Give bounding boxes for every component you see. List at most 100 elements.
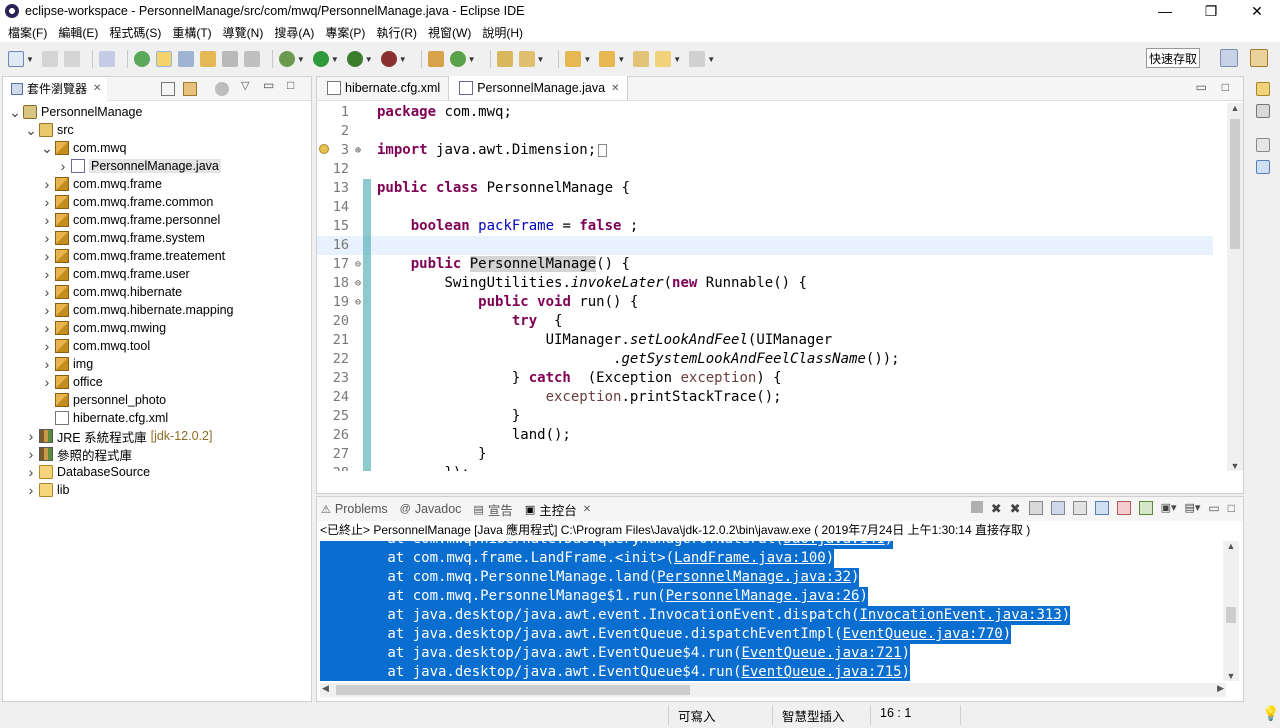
code-line[interactable]: 3 ⊕ import java.awt.Dimension; (317, 141, 1213, 160)
menu-refactor[interactable]: 重構(T) (172, 24, 211, 41)
remove-all-launches-icon[interactable]: ✖ (1010, 501, 1021, 517)
expand-right-icon[interactable]: › (41, 194, 53, 210)
code-line[interactable]: 16 (317, 236, 1213, 255)
restore-button[interactable]: ❐ (1188, 0, 1234, 22)
package-explorer-tab[interactable]: 套件瀏覽器 ✕ (3, 76, 108, 101)
tree-item[interactable]: ⌄ src (3, 121, 311, 139)
next-annotation-icon[interactable] (565, 51, 582, 67)
code-line[interactable]: 17 ⊖ public PersonnelManage() { (317, 255, 1213, 274)
console-line[interactable]: at com.mwq.hibernate.Dao.queryManagerOfN… (320, 541, 894, 549)
tree-item[interactable]: › img (3, 355, 311, 373)
tree-item[interactable]: ⌄ PersonnelManage (3, 103, 311, 121)
scroll-down-icon[interactable]: ▼ (1223, 671, 1239, 681)
new-java-class-icon[interactable] (449, 51, 466, 67)
expand-right-icon[interactable]: › (41, 338, 53, 354)
code-line[interactable]: 23 } catch (Exception exception) { (317, 369, 1213, 388)
outline-icon[interactable] (1256, 104, 1270, 118)
menu-window[interactable]: 視窗(W) (428, 24, 471, 41)
source-link[interactable]: PersonnelManage.java:26 (666, 588, 860, 604)
quick-access-field[interactable]: 快速存取 (1146, 48, 1200, 68)
code-line[interactable]: 24 exception.printStackTrace(); (317, 388, 1213, 407)
focus-active-task-icon[interactable] (215, 82, 229, 96)
tree-item[interactable]: › com.mwq.hibernate.mapping (3, 301, 311, 319)
code-line[interactable]: 18 ⊖ SwingUtilities.invokeLater(new Runna… (317, 274, 1213, 293)
close-button[interactable]: ✕ (1234, 0, 1280, 22)
forward-dropdown-icon[interactable]: ▼ (707, 55, 715, 64)
debug-dropdown-icon[interactable]: ▼ (297, 55, 305, 64)
expand-right-icon[interactable]: › (25, 464, 37, 480)
minimize-button[interactable]: — (1142, 0, 1188, 22)
console-line[interactable]: at java.desktop/java.awt.EventQueue.disp… (320, 625, 1012, 644)
console-vertical-scrollbar[interactable]: ▲ ▼ (1223, 541, 1239, 681)
scroll-lock-icon[interactable] (1050, 501, 1065, 515)
code-line[interactable]: 21 UIManager.setLookAndFeel(UIManager (317, 331, 1213, 350)
editor-vertical-scrollbar[interactable]: ▲ ▼ (1227, 103, 1243, 471)
scroll-right-icon[interactable]: ▶ (1217, 683, 1224, 694)
code-line[interactable]: 12 (317, 160, 1213, 179)
tree-item[interactable]: hibernate.cfg.xml (3, 409, 311, 427)
console-line[interactable]: at com.mwq.PersonnelManage.land(Personne… (320, 568, 860, 587)
tree-item[interactable]: personnel_photo (3, 391, 311, 409)
console-line[interactable]: at java.desktop/java.awt.EventQueue$4.ru… (320, 644, 911, 663)
expand-right-icon[interactable]: › (41, 374, 53, 390)
maximize-view-icon[interactable]: □ (287, 78, 294, 92)
source-link[interactable]: EventQueue.java:770 (843, 626, 1003, 642)
run-icon[interactable] (312, 51, 329, 67)
tree-item[interactable]: › com.mwq.frame (3, 175, 311, 193)
expand-right-icon[interactable]: › (41, 176, 53, 192)
clear-console-icon[interactable] (1028, 501, 1043, 515)
fold-collapse-icon[interactable]: ⊖ (353, 293, 363, 312)
word-wrap-icon[interactable] (1072, 501, 1087, 515)
coverage-icon[interactable] (346, 51, 363, 67)
code-line[interactable]: 13 public class PersonnelManage { (317, 179, 1213, 198)
source-link[interactable]: Dao.java:141 (784, 541, 885, 547)
tree-item[interactable]: › PersonnelManage.java (3, 157, 311, 175)
forward-icon[interactable] (689, 51, 706, 67)
restore-icon[interactable] (1256, 138, 1270, 152)
tab-javadoc[interactable]: @ Javadoc (400, 502, 462, 516)
scroll-up-icon[interactable]: ▲ (1223, 541, 1239, 551)
console-line[interactable]: at java.desktop/java.awt.EventQueue$4.ru… (320, 663, 911, 681)
menu-edit[interactable]: 編輯(E) (58, 24, 98, 41)
open-perspective-icon[interactable] (1220, 49, 1238, 67)
previous-annotation-icon[interactable] (599, 51, 616, 67)
menu-file[interactable]: 檔案(F) (8, 24, 47, 41)
open-type-icon[interactable] (133, 51, 150, 67)
hierarchy-icon[interactable] (1256, 160, 1270, 174)
console-horizontal-scrollbar[interactable]: ◀ ▶ (320, 683, 1226, 697)
tree-item[interactable]: › lib (3, 481, 311, 499)
close-icon[interactable]: ✕ (93, 83, 101, 94)
minimize-editor-icon[interactable]: ▭ (1196, 80, 1207, 94)
tree-item[interactable]: › office (3, 373, 311, 391)
last-edit-location-icon[interactable] (633, 51, 650, 67)
minimize-view-icon[interactable]: ▭ (263, 78, 274, 92)
debug-icon[interactable] (278, 51, 295, 67)
code-line[interactable]: 22 .getSystemLookAndFeelClassName()); (317, 350, 1213, 369)
code-line[interactable]: 20 try { (317, 312, 1213, 331)
new-icon[interactable] (8, 51, 24, 67)
back-icon[interactable] (655, 51, 672, 67)
external-tools-dropdown-icon[interactable]: ▼ (399, 55, 407, 64)
expand-right-icon[interactable]: › (25, 428, 37, 444)
fold-collapse-icon[interactable]: ⊖ (353, 274, 363, 293)
toggle-block-selection-icon[interactable] (199, 51, 216, 67)
expand-right-icon[interactable]: › (41, 284, 53, 300)
menu-navigate[interactable]: 導覽(N) (223, 24, 264, 41)
scroll-up-icon[interactable]: ▲ (1227, 103, 1243, 113)
view-menu-icon[interactable]: ▽ (241, 79, 249, 92)
close-tab-icon[interactable]: ✕ (611, 83, 619, 94)
expand-right-icon[interactable]: › (41, 248, 53, 264)
source-link[interactable]: PersonnelManage.java:32 (657, 569, 851, 585)
tree-item[interactable]: › com.mwq.frame.common (3, 193, 311, 211)
expand-right-icon[interactable]: › (41, 212, 53, 228)
menu-source[interactable]: 程式碼(S) (109, 24, 161, 41)
code-line[interactable]: 26 land(); (317, 426, 1213, 445)
console-output[interactable]: at com.mwq.hibernate.Dao.queryManagerOfN… (320, 541, 1226, 681)
new-class-dropdown-icon[interactable]: ▼ (468, 55, 476, 64)
save-icon[interactable] (41, 51, 58, 67)
run-dropdown-icon[interactable]: ▼ (331, 55, 339, 64)
source-link[interactable]: EventQueue.java:721 (741, 645, 901, 661)
tab-personnelmanage-java[interactable]: PersonnelManage.java ✕ (448, 76, 629, 100)
tree-item[interactable]: › com.mwq.hibernate (3, 283, 311, 301)
tab-problems[interactable]: ⚠ Problems (321, 502, 388, 516)
